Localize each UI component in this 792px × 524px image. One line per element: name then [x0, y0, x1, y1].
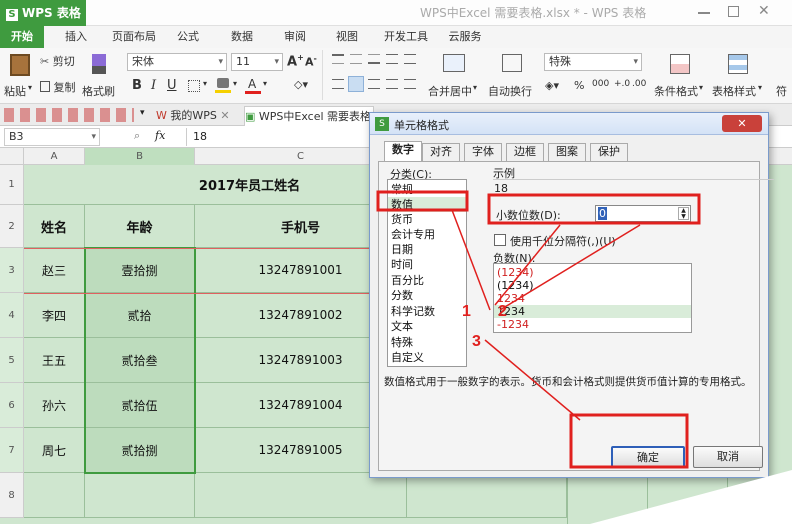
annotation-marker-1: 1 — [462, 303, 471, 320]
page-curl-corner — [590, 470, 792, 524]
annotation-marker-2: 2 — [498, 303, 507, 320]
annotation-line — [484, 339, 581, 421]
annotation-box-decimals — [487, 193, 701, 225]
annotation-overlay: 1 2 3 — [376, 190, 792, 524]
annotation-box-ok — [569, 413, 689, 469]
annotation-line — [451, 209, 491, 311]
annotation-line — [499, 224, 641, 311]
annotation-marker-3: 3 — [472, 333, 481, 350]
annotation-box-category — [376, 190, 469, 212]
